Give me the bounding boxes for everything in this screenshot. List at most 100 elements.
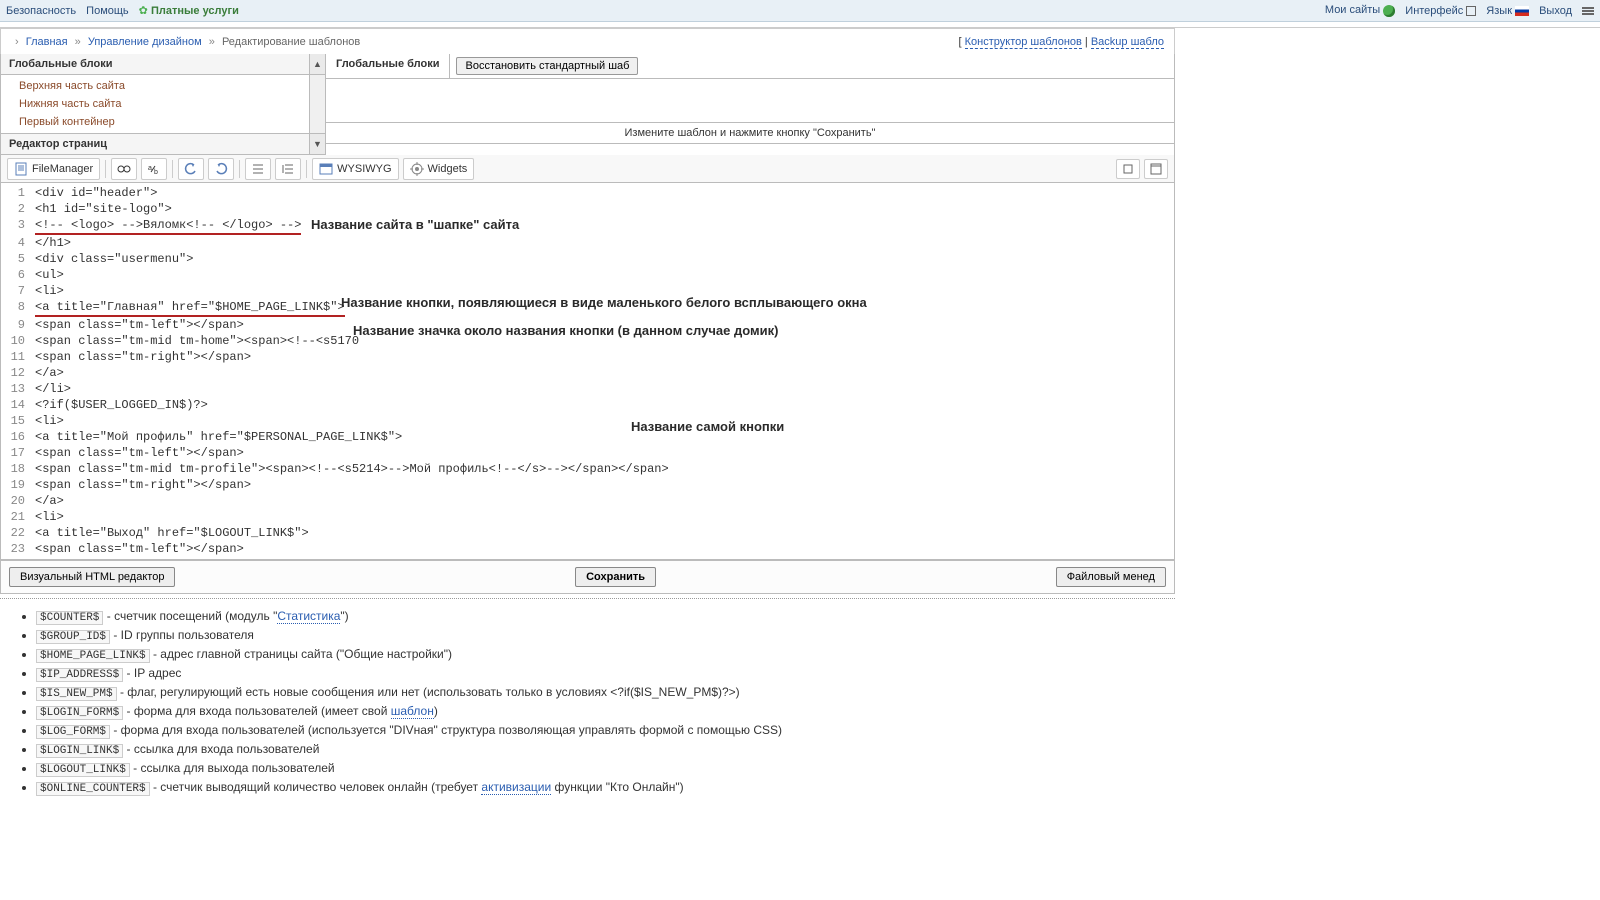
maximize-button[interactable] — [1144, 159, 1168, 179]
redo-icon — [214, 162, 228, 176]
variable-code: $LOGOUT_LINK$ — [36, 763, 130, 777]
sidebar-page-editor-header: Редактор страниц ▼ — [1, 133, 325, 155]
variable-item: $LOG_FORM$ - форма для входа пользовател… — [36, 721, 1159, 740]
code-line: <a title="Мой профиль" href="$PERSONAL_P… — [35, 429, 402, 445]
variable-item: $ONLINE_COUNTER$ - счетчик выводящий кол… — [36, 778, 1159, 797]
code-line: <li> — [35, 283, 64, 299]
variable-code: $LOG_FORM$ — [36, 725, 110, 739]
code-line: </h1> — [35, 235, 71, 251]
visual-html-editor-button[interactable]: Визуальный HTML редактор — [9, 567, 175, 587]
filemanager-button[interactable]: FileManager — [7, 158, 100, 180]
format-button-1[interactable] — [245, 158, 271, 180]
topbar-logout[interactable]: Выход — [1539, 5, 1572, 17]
widgets-icon — [410, 162, 424, 176]
interface-icon — [1466, 6, 1476, 16]
variable-item: $GROUP_ID$ - ID группы пользователя — [36, 626, 1159, 645]
breadcrumb-current: Редактирование шаблонов — [222, 36, 360, 48]
binoculars-icon — [117, 162, 131, 176]
backup-templates-link[interactable]: Backup шабло — [1091, 36, 1164, 49]
editor-toolbar: FileManager ab WYSIWYG Widgets — [0, 155, 1175, 183]
variable-item: $LOGIN_LINK$ - ссылка для входа пользова… — [36, 740, 1159, 759]
code-line: <?if($USER_LOGGED_IN$)?> — [35, 397, 208, 413]
code-line: <span class="tm-right"></span> — [35, 349, 251, 365]
variable-item: $IS_NEW_PM$ - флаг, регулирующий есть но… — [36, 683, 1159, 702]
scroll-up-button[interactable]: ▲ — [309, 54, 325, 74]
replace-button[interactable]: ab — [141, 158, 167, 180]
menu-icon[interactable] — [1582, 6, 1594, 16]
scrollbar-track[interactable] — [309, 75, 325, 133]
minimize-button[interactable] — [1116, 159, 1140, 179]
variable-link[interactable]: шаблон — [391, 704, 434, 719]
code-line: </a> — [35, 493, 64, 509]
code-line: <li> — [35, 413, 64, 429]
variable-code: $ONLINE_COUNTER$ — [36, 782, 150, 796]
editor-bottom-bar: Визуальный HTML редактор Сохранить Файло… — [0, 560, 1175, 594]
file-manager-button[interactable]: Файловый менед — [1056, 567, 1166, 587]
variable-code: $HOME_PAGE_LINK$ — [36, 649, 150, 663]
variable-link[interactable]: активизации — [481, 780, 551, 795]
wysiwyg-button[interactable]: WYSIWYG — [312, 158, 398, 180]
wrap-icon — [281, 162, 295, 176]
scroll-down-button[interactable]: ▼ — [309, 134, 325, 154]
topbar-my-sites[interactable]: Мои сайты — [1325, 4, 1380, 16]
code-line: <div id="header"> — [35, 185, 157, 201]
format-button-2[interactable] — [275, 158, 301, 180]
code-line: <ul> — [35, 267, 64, 283]
topbar-help[interactable]: Помощь — [86, 5, 129, 17]
code-line: <span class="tm-mid tm-profile"><span><!… — [35, 461, 669, 477]
main-header-title: Глобальные блоки — [326, 54, 450, 78]
search-button[interactable] — [111, 158, 137, 180]
code-line: <span class="tm-left"></span> — [35, 317, 244, 333]
code-line: </li> — [35, 381, 71, 397]
variable-code: $GROUP_ID$ — [36, 630, 110, 644]
list-icon — [251, 162, 265, 176]
topbar-interface[interactable]: Интерфейс — [1405, 5, 1463, 17]
variable-item: $IP_ADDRESS$ - IP адрес — [36, 664, 1159, 683]
code-line: <div class="usermenu"> — [35, 251, 193, 267]
undo-icon — [184, 162, 198, 176]
variable-link[interactable]: Статистика — [277, 609, 340, 624]
code-line: <a title="Выход" href="$LOGOUT_LINK$"> — [35, 525, 309, 541]
sidebar-global-blocks-header: Глобальные блоки ▲ — [1, 54, 325, 75]
undo-button[interactable] — [178, 158, 204, 180]
variable-item: $HOME_PAGE_LINK$ - адрес главной страниц… — [36, 645, 1159, 664]
code-editor[interactable]: 1<div id="header"> 2<h1 id="site-logo"> … — [0, 183, 1175, 560]
template-variables-list: $COUNTER$ - счетчик посещений (модуль "С… — [0, 598, 1175, 805]
breadcrumb-design[interactable]: Управление дизайном — [88, 36, 202, 48]
hint-text: Измените шаблон и нажмите кнопку "Сохран… — [326, 123, 1174, 144]
code-line: <h1 id="site-logo"> — [35, 201, 172, 217]
flag-ru-icon — [1515, 6, 1529, 16]
sidebar-item-top[interactable]: Верхняя часть сайта — [1, 77, 325, 95]
variable-item: $COUNTER$ - счетчик посещений (модуль "С… — [36, 607, 1159, 626]
restore-default-button[interactable]: Восстановить стандартный шаб — [456, 57, 638, 75]
sidebar-item-container1[interactable]: Первый контейнер — [1, 113, 325, 131]
variable-code: $IS_NEW_PM$ — [36, 687, 117, 701]
document-icon — [14, 162, 28, 176]
code-line: <li> — [35, 509, 64, 525]
variable-code: $LOGIN_FORM$ — [36, 706, 123, 720]
variable-item: $LOGOUT_LINK$ - ссылка для выхода пользо… — [36, 759, 1159, 778]
wysiwyg-icon — [319, 162, 333, 176]
variable-item: $LOGIN_FORM$ - форма для входа пользоват… — [36, 702, 1159, 721]
code-line: <!-- <logo> -->Вяломк<!-- </logo> --> — [35, 217, 301, 235]
variable-code: $LOGIN_LINK$ — [36, 744, 123, 758]
topbar-language[interactable]: Язык — [1486, 5, 1512, 17]
replace-icon: ab — [147, 162, 161, 176]
code-line: <span class="tm-right"></span> — [35, 477, 251, 493]
widgets-button[interactable]: Widgets — [403, 158, 475, 180]
topbar-security[interactable]: Безопасность — [6, 5, 76, 17]
template-constructor-link[interactable]: Конструктор шаблонов — [965, 36, 1082, 49]
code-line: <span class="tm-left"></span> — [35, 445, 244, 461]
paid-icon: ✿ — [139, 5, 148, 17]
svg-text:b: b — [154, 169, 158, 176]
variable-code: $COUNTER$ — [36, 611, 103, 625]
variable-code: $IP_ADDRESS$ — [36, 668, 123, 682]
save-button[interactable]: Сохранить — [575, 567, 656, 587]
globe-icon — [1383, 5, 1395, 17]
breadcrumb-home[interactable]: Главная — [26, 36, 68, 48]
sidebar-item-bottom[interactable]: Нижняя часть сайта — [1, 95, 325, 113]
redo-button[interactable] — [208, 158, 234, 180]
code-line: </a> — [35, 365, 64, 381]
maximize-icon — [1150, 163, 1162, 175]
topbar-paid-services[interactable]: Платные услуги — [151, 5, 239, 17]
